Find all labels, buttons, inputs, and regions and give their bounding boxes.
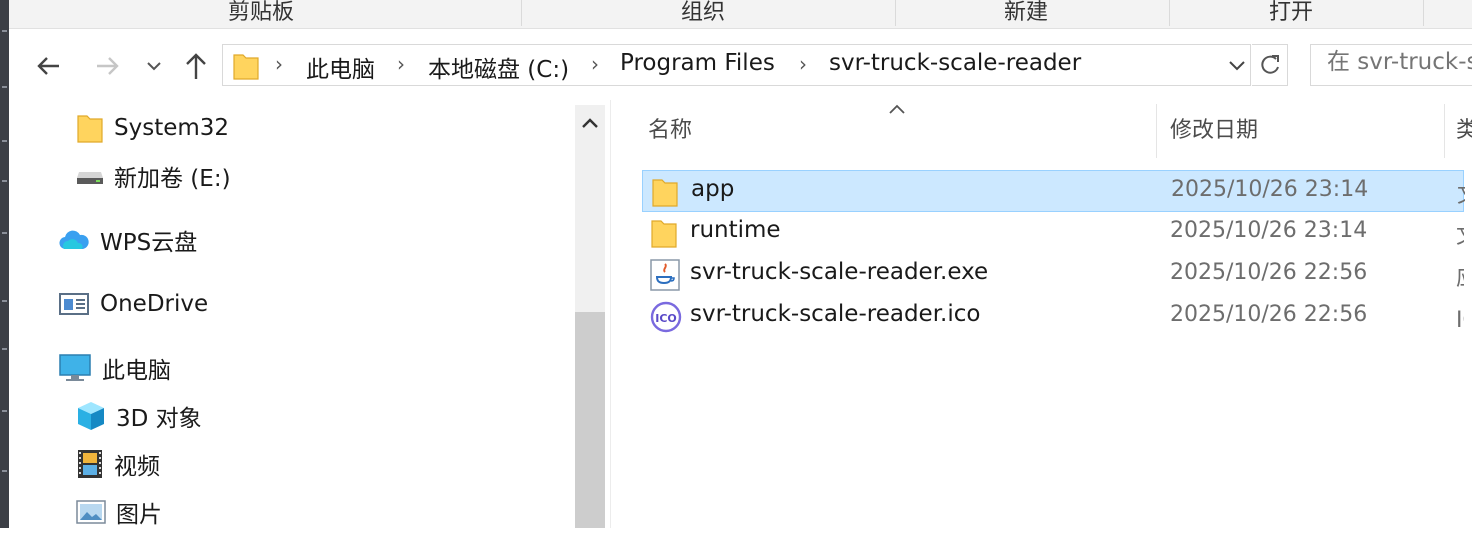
file-name: svr-truck-scale-reader.exe [690,259,989,285]
file-date: 2025/10/26 22:56 [1170,302,1368,327]
breadcrumb-current-folder[interactable]: svr-truck-scale-reader [829,50,1081,76]
sidebar-item-wps-cloud[interactable]: WPS云盘 [58,218,197,262]
breadcrumb-program-files[interactable]: Program Files [620,50,775,76]
pane-divider [610,100,611,528]
ribbon-group-clipboard: 剪贴板 [228,0,295,25]
up-button[interactable] [178,46,214,86]
column-header-date-modified[interactable]: 修改日期 [1170,112,1258,144]
ribbon-group-bar: 剪贴板 组织 新建 打开 [9,0,1472,29]
folder-icon [650,217,678,253]
file-name: svr-truck-scale-reader.ico [690,301,981,327]
refresh-icon [1260,55,1279,74]
file-name: app [691,176,735,202]
sort-ascending-icon [888,100,906,119]
ribbon-group-organize: 组织 [681,0,726,25]
ribbon-group-new: 新建 [1004,0,1049,25]
chevron-down-icon [147,62,161,71]
pictures-icon [76,499,106,525]
sidebar-item-label: System32 [114,115,230,141]
sidebar-item-label: 图片 [116,502,162,528]
file-type: 文件夹 [1456,218,1464,250]
sidebar-item-3d-objects[interactable]: 3D 对象 [76,394,202,438]
sidebar-item-onedrive[interactable]: OneDrive [58,282,208,326]
drive-icon [76,166,104,186]
svg-text:ICO: ICO [655,312,677,325]
java-exe-icon [650,259,680,295]
sidebar-item-label: WPS云盘 [100,230,198,256]
folder-icon [233,52,259,84]
search-input[interactable] [1311,45,1472,75]
chevron-down-icon [1229,61,1245,71]
video-icon [76,448,104,480]
up-arrow-icon [186,53,206,79]
breadcrumb-separator: › [799,52,807,76]
ribbon-group-open: 打开 [1269,0,1314,25]
column-header-type[interactable]: 类型 [1456,112,1472,144]
file-row-runtime[interactable]: runtime 2025/10/26 23:14 文件夹 [642,212,1464,254]
ico-file-icon: ICO [650,301,682,337]
sidebar-item-label: 此电脑 [102,358,171,384]
chevron-up-icon [582,118,598,128]
file-type: ICO 文件 [1456,308,1464,333]
address-dropdown-button[interactable] [1222,44,1252,86]
sidebar-item-pictures[interactable]: 图片 [76,490,162,534]
computer-icon [58,353,92,383]
sidebar-item-drive-e[interactable]: 新加卷 (E:) [76,154,231,198]
onedrive-icon [58,291,90,317]
folder-icon [76,112,104,144]
folder-icon [651,176,679,212]
breadcrumb-separator: › [591,52,599,76]
sidebar-item-label: OneDrive [100,291,209,317]
background-window-edge [0,0,9,528]
address-bar[interactable]: › 此电脑 › 本地磁盘 (C:) › Program Files › svr-… [222,44,1251,86]
cube-icon [76,400,106,432]
sidebar-item-label: 新加卷 (E:) [114,166,231,192]
file-type: 文件夹 [1457,177,1465,209]
sidebar-item-this-pc[interactable]: 此电脑 [58,346,171,390]
file-row-ico[interactable]: ICO svr-truck-scale-reader.ico 2025/10/2… [642,296,1464,338]
breadcrumb-separator: › [275,52,283,76]
file-name: runtime [690,217,781,243]
forward-button[interactable] [90,46,126,86]
breadcrumb-this-pc[interactable]: 此电脑 [306,50,375,84]
breadcrumb-local-disk[interactable]: 本地磁盘 (C:) [428,50,569,84]
recent-locations-button[interactable] [142,46,166,86]
forward-arrow-icon [97,57,119,75]
column-header-name[interactable]: 名称 [648,112,692,144]
sidebar-item-label: 视频 [114,454,160,480]
sidebar-item-label: 3D 对象 [116,406,202,432]
file-date: 2025/10/26 23:14 [1171,177,1369,202]
back-arrow-icon [37,57,59,75]
breadcrumb-separator: › [397,52,405,76]
file-date: 2025/10/26 22:56 [1170,260,1368,285]
file-row-app[interactable]: app 2025/10/26 23:14 文件夹 [642,170,1465,212]
file-type: 应用程序 [1456,260,1464,292]
file-row-exe[interactable]: svr-truck-scale-reader.exe 2025/10/26 22… [642,254,1464,296]
sidebar-scrollbar-thumb[interactable] [575,312,605,528]
search-box[interactable] [1310,44,1472,86]
back-button[interactable] [30,46,66,86]
file-date: 2025/10/26 23:14 [1170,218,1368,243]
refresh-button[interactable] [1252,44,1288,86]
scroll-up-button[interactable] [575,105,605,141]
cloud-icon [58,228,90,252]
sidebar-item-videos[interactable]: 视频 [76,442,160,486]
sidebar-item-system32[interactable]: System32 [76,106,229,150]
